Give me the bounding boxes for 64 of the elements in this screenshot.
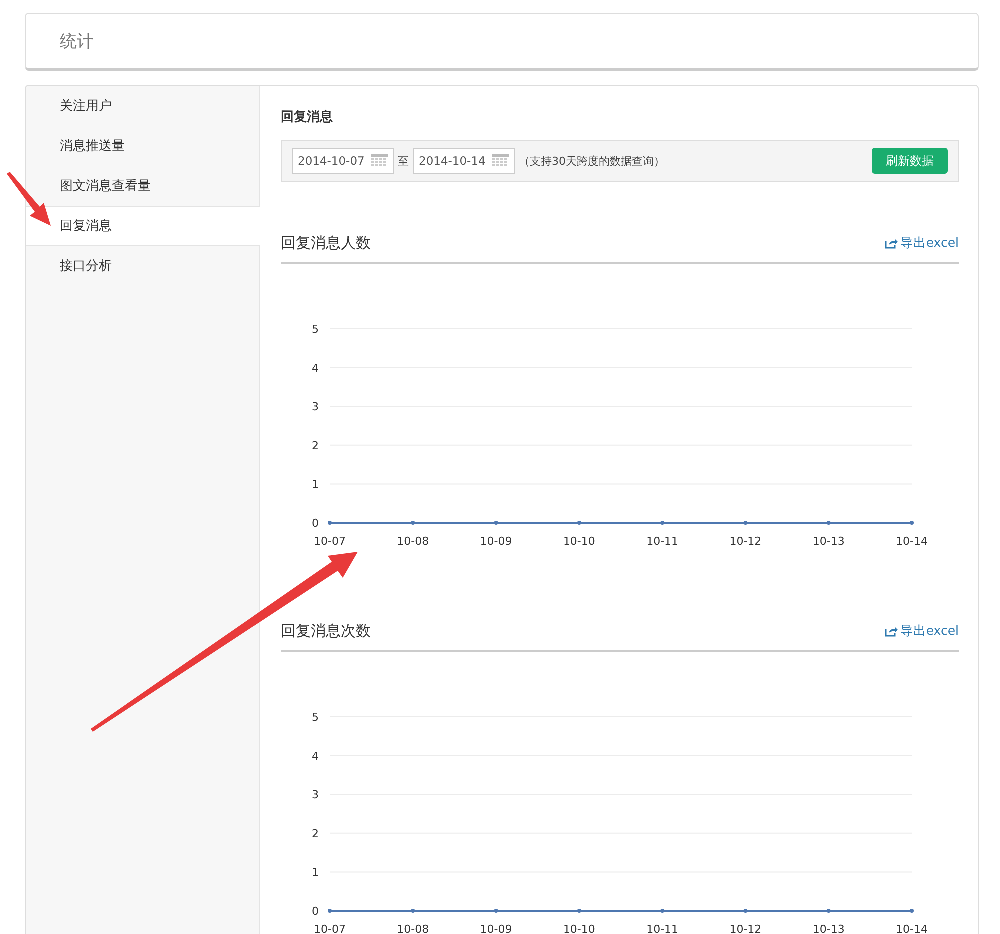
axis-label: 4	[312, 750, 319, 763]
data-point	[577, 909, 582, 913]
sidebar-item[interactable]: 图文消息查看量	[26, 166, 259, 206]
sidebar-item[interactable]: 关注用户	[26, 86, 259, 126]
axis-label: 3	[312, 788, 319, 802]
axis-label: 1	[312, 478, 319, 492]
export-link[interactable]: 导出excel	[885, 234, 959, 252]
axis-label: 10-09	[480, 535, 512, 548]
date-field[interactable]: 2014-10-07	[292, 148, 394, 174]
data-point	[910, 909, 914, 913]
sidebar-item[interactable]: 回复消息	[26, 206, 260, 246]
axis-label: 10-07	[314, 535, 346, 548]
axis-label: 10-12	[730, 923, 762, 934]
axis-label: 10-11	[646, 923, 679, 934]
data-point	[494, 521, 498, 525]
axis-label: 10-11	[646, 535, 679, 548]
hint-text: （支持30天跨度的数据查询）	[519, 154, 665, 168]
axis-label: 0	[312, 905, 319, 918]
axis-label: 5	[312, 323, 319, 336]
sidebar-item[interactable]: 接口分析	[26, 246, 259, 286]
axis-label: 5	[312, 711, 319, 724]
axis-label: 10-13	[812, 535, 845, 548]
axis-label: 2	[312, 827, 319, 840]
axis-label: 2	[312, 439, 319, 452]
axis-label: 10-08	[397, 535, 430, 548]
data-point	[660, 521, 665, 525]
section-title: 回复消息	[281, 109, 334, 126]
data-point	[411, 521, 416, 525]
axis-label: 0	[312, 517, 319, 530]
export-link[interactable]: 导出excel	[885, 622, 959, 640]
data-point	[826, 909, 831, 913]
calendar-icon	[492, 154, 509, 168]
data-point	[660, 909, 665, 913]
sidebar-item[interactable]: 消息推送量	[26, 126, 259, 166]
data-point	[744, 909, 748, 913]
axis-label: 10-13	[812, 923, 845, 934]
axis-label: 10-14	[896, 923, 928, 934]
data-point	[744, 521, 748, 525]
data-point	[328, 521, 332, 525]
data-point	[494, 909, 498, 913]
page-title: 统计	[60, 30, 94, 52]
axis-label: 10-10	[563, 535, 596, 548]
export-icon	[885, 238, 898, 248]
axis-label: 10-07	[314, 923, 346, 934]
date-field[interactable]: 2014-10-14	[413, 148, 515, 174]
calendar-icon	[371, 154, 388, 168]
data-point	[328, 909, 332, 913]
axis-label: 1	[312, 866, 319, 880]
axis-label: 4	[312, 362, 319, 375]
data-point	[910, 521, 914, 525]
export-icon	[885, 626, 898, 636]
axis-label: 10-10	[563, 923, 596, 934]
axis-label: 10-14	[896, 535, 928, 548]
axis-label: 10-08	[397, 923, 430, 934]
annotation-arrow	[7, 172, 51, 226]
panel-title: 回复消息人数	[281, 234, 371, 252]
data-point	[577, 521, 582, 525]
axis-label: 10-12	[730, 535, 762, 548]
panel-title: 回复消息次数	[281, 622, 371, 640]
data-point	[826, 521, 831, 525]
axis-label: 3	[312, 400, 319, 414]
axis-label: 10-09	[480, 923, 512, 934]
separator-text: 至	[398, 154, 409, 168]
data-point	[411, 909, 416, 913]
